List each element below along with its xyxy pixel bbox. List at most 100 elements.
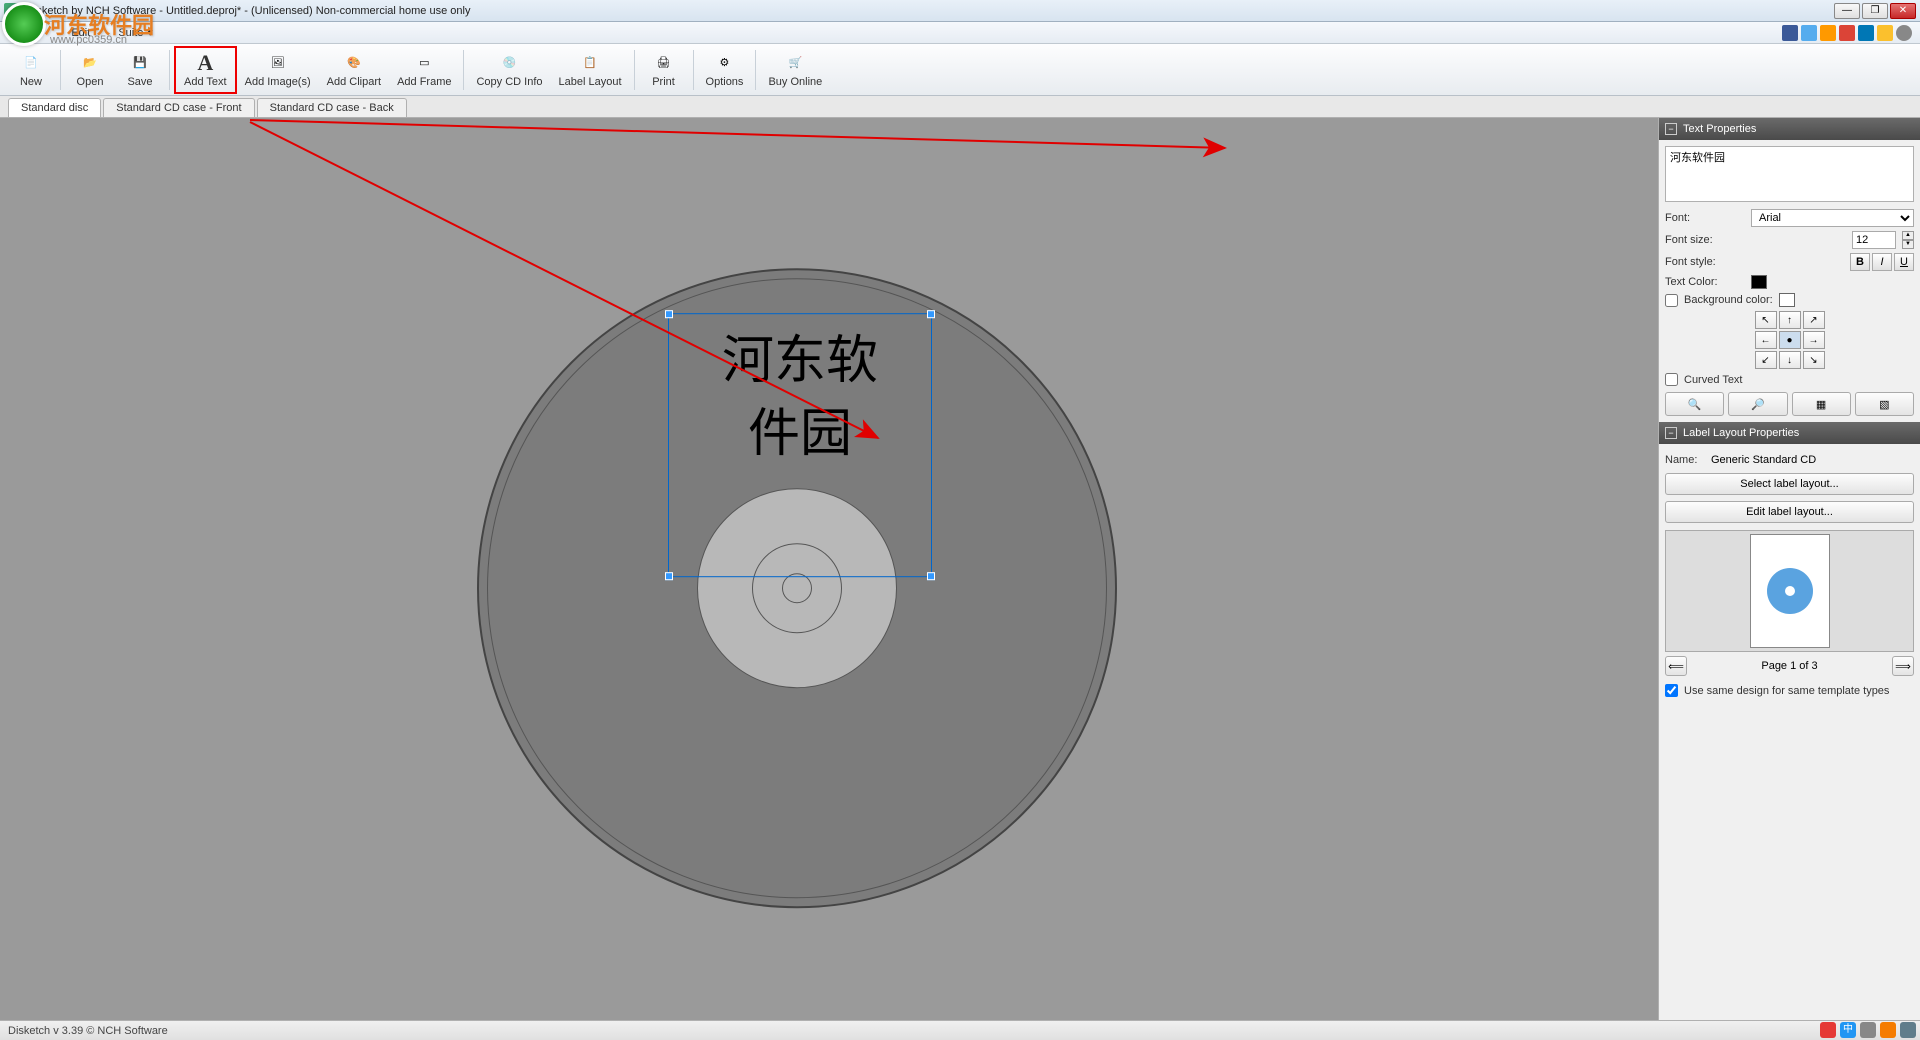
- print-icon: [653, 52, 675, 74]
- print-button[interactable]: Print: [639, 46, 689, 94]
- canvas-area[interactable]: 河东软件园: [0, 118, 1658, 1020]
- layout-properties-header[interactable]: − Label Layout Properties: [1659, 422, 1920, 444]
- tab-bar: Standard disc Standard CD case - Front S…: [0, 96, 1920, 118]
- resize-handle-tr[interactable]: [927, 310, 935, 318]
- layout-page-thumb: [1750, 534, 1830, 648]
- layer-down-icon: ▧: [1879, 398, 1889, 411]
- text-properties-header[interactable]: − Text Properties: [1659, 118, 1920, 140]
- text-color-label: Text Color:: [1665, 276, 1745, 288]
- close-button[interactable]: ✕: [1890, 3, 1916, 19]
- open-button[interactable]: Open: [65, 46, 115, 94]
- select-layout-button[interactable]: Select label layout...: [1665, 473, 1914, 495]
- restore-button[interactable]: ❐: [1862, 3, 1888, 19]
- window-title: Disketch by NCH Software - Untitled.depr…: [26, 5, 1834, 17]
- font-size-input[interactable]: [1852, 231, 1896, 249]
- tab-case-front[interactable]: Standard CD case - Front: [103, 98, 254, 117]
- options-button[interactable]: Options: [698, 46, 752, 94]
- flip-vertical-button[interactable]: 🔎: [1728, 392, 1787, 416]
- menu-suite[interactable]: Suite ▾: [112, 24, 159, 41]
- page-info: Page 1 of 3: [1687, 660, 1892, 672]
- settings-icon[interactable]: [1900, 1022, 1916, 1038]
- italic-button[interactable]: I: [1872, 253, 1892, 271]
- font-select[interactable]: Arial: [1751, 209, 1914, 227]
- sogou-ime-icon[interactable]: [1820, 1022, 1836, 1038]
- prev-page-button[interactable]: ⟸: [1665, 656, 1687, 676]
- linkedin-icon[interactable]: [1858, 25, 1874, 41]
- add-text-button[interactable]: AAdd Text: [174, 46, 237, 94]
- bg-color-checkbox[interactable]: [1665, 294, 1678, 307]
- mic-icon[interactable]: [1880, 1022, 1896, 1038]
- help-icon[interactable]: [1896, 25, 1912, 41]
- next-page-button[interactable]: ⟹: [1892, 656, 1914, 676]
- text-content-input[interactable]: 河东软件园: [1665, 146, 1914, 202]
- collapse-icon[interactable]: −: [1665, 123, 1677, 135]
- text-properties-title: Text Properties: [1683, 123, 1756, 135]
- social-icons: [1782, 25, 1912, 41]
- facebook-icon[interactable]: [1782, 25, 1798, 41]
- layer-up-icon: ▦: [1816, 398, 1826, 411]
- curved-text-checkbox[interactable]: [1665, 373, 1678, 386]
- menu-edit[interactable]: Edit: [65, 25, 96, 41]
- disc-hole: [782, 573, 812, 603]
- layout-icon: [579, 52, 601, 74]
- bold-button[interactable]: B: [1850, 253, 1870, 271]
- font-label: Font:: [1665, 212, 1745, 224]
- underline-button[interactable]: U: [1894, 253, 1914, 271]
- buy-online-button[interactable]: Buy Online: [760, 46, 830, 94]
- favorite-icon[interactable]: [1877, 25, 1893, 41]
- toolbar-separator: [693, 50, 694, 90]
- align-br[interactable]: ↘: [1803, 351, 1825, 369]
- toolbar-separator: [60, 50, 61, 90]
- menu-home[interactable]: Home: [8, 25, 49, 41]
- toolbar-separator: [463, 50, 464, 90]
- minimize-button[interactable]: —: [1834, 3, 1860, 19]
- edit-layout-button[interactable]: Edit label layout...: [1665, 501, 1914, 523]
- same-design-checkbox[interactable]: [1665, 684, 1678, 697]
- align-tc[interactable]: ↑: [1779, 311, 1801, 329]
- add-clipart-button[interactable]: Add Clipart: [319, 46, 389, 94]
- font-size-spinner[interactable]: ▲▼: [1902, 231, 1914, 249]
- align-mr[interactable]: →: [1803, 331, 1825, 349]
- layout-properties-body: Name: Generic Standard CD Select label l…: [1659, 444, 1920, 707]
- resize-handle-tl[interactable]: [665, 310, 673, 318]
- bg-color-swatch[interactable]: [1779, 293, 1795, 307]
- ime-lang-icon[interactable]: 中: [1840, 1022, 1856, 1038]
- font-style-label: Font style:: [1665, 256, 1745, 268]
- status-bar: Disketch v 3.39 © NCH Software: [0, 1020, 1920, 1040]
- toolbar-separator: [634, 50, 635, 90]
- align-bc[interactable]: ↓: [1779, 351, 1801, 369]
- add-images-button[interactable]: Add Image(s): [237, 46, 319, 94]
- send-backward-button[interactable]: ▧: [1855, 392, 1914, 416]
- add-frame-label: Add Frame: [397, 76, 451, 88]
- align-tr[interactable]: ↗: [1803, 311, 1825, 329]
- image-icon: [267, 52, 289, 74]
- layout-properties-title: Label Layout Properties: [1683, 427, 1799, 439]
- add-frame-button[interactable]: Add Frame: [389, 46, 459, 94]
- resize-handle-bl[interactable]: [665, 572, 673, 580]
- align-ml[interactable]: ←: [1755, 331, 1777, 349]
- new-button[interactable]: New: [6, 46, 56, 94]
- align-bl[interactable]: ↙: [1755, 351, 1777, 369]
- text-object[interactable]: 河东软件园: [668, 313, 932, 577]
- share-plus-icon[interactable]: [1820, 25, 1836, 41]
- layout-name-value: Generic Standard CD: [1711, 454, 1816, 466]
- align-mc[interactable]: ●: [1779, 331, 1801, 349]
- new-icon: [20, 52, 42, 74]
- keyboard-icon[interactable]: [1860, 1022, 1876, 1038]
- bring-forward-button[interactable]: ▦: [1792, 392, 1851, 416]
- save-button[interactable]: Save: [115, 46, 165, 94]
- copy-cd-info-button[interactable]: Copy CD Info: [468, 46, 550, 94]
- collapse-icon[interactable]: −: [1665, 427, 1677, 439]
- flip-horizontal-button[interactable]: 🔍: [1665, 392, 1724, 416]
- text-color-swatch[interactable]: [1751, 275, 1767, 289]
- google-share-icon[interactable]: [1839, 25, 1855, 41]
- tab-case-back[interactable]: Standard CD case - Back: [257, 98, 407, 117]
- tab-standard-disc[interactable]: Standard disc: [8, 98, 101, 117]
- twitter-icon[interactable]: [1801, 25, 1817, 41]
- menu-suite-label: Suite: [118, 27, 143, 39]
- align-tl[interactable]: ↖: [1755, 311, 1777, 329]
- label-layout-button[interactable]: Label Layout: [551, 46, 630, 94]
- toolbar-separator: [169, 50, 170, 90]
- resize-handle-br[interactable]: [927, 572, 935, 580]
- print-label: Print: [652, 76, 675, 88]
